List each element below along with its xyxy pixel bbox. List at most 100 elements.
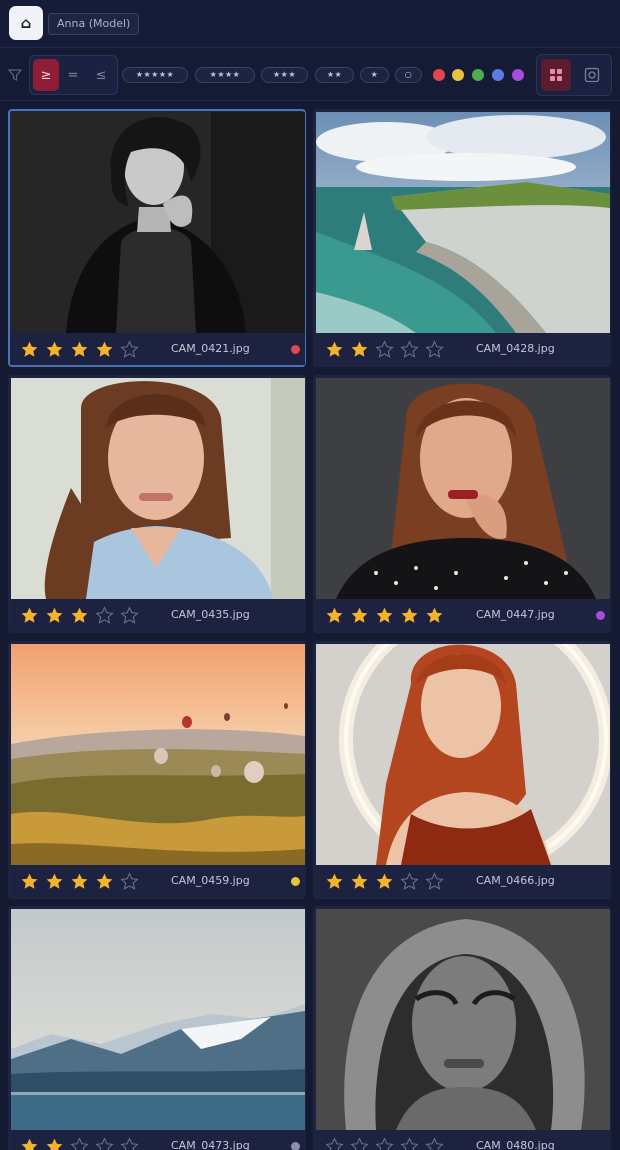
star-filled-icon[interactable]: [347, 339, 372, 359]
rating-filter-unrated[interactable]: ○: [395, 67, 422, 83]
comparison-toggle-group: ≥ = ≤: [29, 55, 118, 95]
photo-thumbnail[interactable]: [316, 644, 610, 865]
single-view-icon: [584, 67, 600, 83]
photo-card-footer: CAM_0459.jpg: [11, 865, 305, 897]
photo-filename: CAM_0480.jpg: [476, 1139, 555, 1150]
star-filled-icon[interactable]: [42, 1136, 67, 1150]
star-empty-icon[interactable]: [397, 871, 422, 891]
photo-card-footer: CAM_0421.jpg: [11, 333, 305, 365]
photo-card[interactable]: CAM_0480.jpg: [313, 906, 611, 1150]
less-equal-button[interactable]: ≤: [88, 59, 114, 91]
grid-view-button[interactable]: [541, 59, 571, 91]
star-filled-icon[interactable]: [67, 339, 92, 359]
star-empty-icon[interactable]: [322, 1136, 347, 1150]
photo-card[interactable]: CAM_0447.jpg: [313, 375, 611, 633]
star-filled-icon[interactable]: [17, 1136, 42, 1150]
star-empty-icon[interactable]: [397, 339, 422, 359]
photo-filename: CAM_0435.jpg: [171, 608, 250, 621]
star-filled-icon[interactable]: [372, 871, 397, 891]
star-empty-icon[interactable]: [347, 1136, 372, 1150]
star-empty-icon[interactable]: [372, 1136, 397, 1150]
photo-card[interactable]: CAM_0466.jpg: [313, 641, 611, 899]
filter-icon[interactable]: [8, 68, 22, 82]
color-filter-red[interactable]: [433, 69, 445, 81]
greater-equal-button[interactable]: ≥: [33, 59, 59, 91]
star-empty-icon[interactable]: [117, 1136, 142, 1150]
star-filled-icon[interactable]: [347, 605, 372, 625]
photo-card-footer: CAM_0435.jpg: [11, 599, 305, 631]
star-filled-icon[interactable]: [372, 605, 397, 625]
star-filled-icon[interactable]: [322, 339, 347, 359]
rating-filter-1[interactable]: ★: [360, 67, 389, 83]
color-filter-yellow[interactable]: [452, 69, 464, 81]
star-empty-icon[interactable]: [67, 1136, 92, 1150]
view-toggle-group: [536, 54, 612, 96]
photo-thumbnail[interactable]: [11, 644, 305, 865]
photo-card[interactable]: CAM_0473.jpg: [8, 906, 306, 1150]
color-filter-blue[interactable]: [492, 69, 504, 81]
photo-filename: CAM_0421.jpg: [171, 342, 250, 355]
star-filled-icon[interactable]: [42, 871, 67, 891]
star-filled-icon[interactable]: [322, 871, 347, 891]
star-filled-icon[interactable]: [42, 605, 67, 625]
single-view-button[interactable]: [577, 59, 607, 91]
star-filled-icon[interactable]: [42, 339, 67, 359]
equal-button[interactable]: =: [60, 59, 86, 91]
photo-thumbnail[interactable]: [316, 909, 610, 1130]
rating-filter-2[interactable]: ★★: [315, 67, 354, 83]
rating-filter-3[interactable]: ★★★: [261, 67, 308, 83]
star-filled-icon[interactable]: [17, 339, 42, 359]
star-rating: [17, 339, 142, 359]
star-filled-icon[interactable]: [422, 605, 447, 625]
star-empty-icon[interactable]: [92, 605, 117, 625]
photo-thumbnail[interactable]: [11, 909, 305, 1130]
star-filled-icon[interactable]: [92, 339, 117, 359]
rating-filter-5[interactable]: ★★★★★: [122, 67, 188, 83]
star-filled-icon[interactable]: [67, 871, 92, 891]
photo-card-footer: CAM_0466.jpg: [316, 865, 610, 897]
star-filled-icon[interactable]: [92, 871, 117, 891]
rating-filter-4[interactable]: ★★★★: [195, 67, 255, 83]
photo-filename: CAM_0473.jpg: [171, 1139, 250, 1150]
star-filled-icon[interactable]: [17, 605, 42, 625]
star-empty-icon[interactable]: [372, 339, 397, 359]
star-rating: [17, 605, 142, 625]
star-empty-icon[interactable]: [92, 1136, 117, 1150]
photo-card[interactable]: CAM_0459.jpg: [8, 641, 306, 899]
grid-view-icon: [550, 69, 562, 81]
star-empty-icon[interactable]: [117, 605, 142, 625]
photo-filename: CAM_0466.jpg: [476, 874, 555, 887]
color-filter-green[interactable]: [472, 69, 484, 81]
photo-card[interactable]: CAM_0421.jpg: [8, 109, 306, 367]
star-rating: [17, 1136, 142, 1150]
photo-filename: CAM_0447.jpg: [476, 608, 555, 621]
photo-thumbnail[interactable]: [11, 112, 305, 333]
photo-filename: CAM_0459.jpg: [171, 874, 250, 887]
star-rating: [322, 339, 447, 359]
photo-thumbnail[interactable]: [11, 378, 305, 599]
star-rating: [322, 871, 447, 891]
app-header: ⌂ Anna (Model): [0, 0, 620, 48]
star-filled-icon[interactable]: [17, 871, 42, 891]
photo-card[interactable]: CAM_0435.jpg: [8, 375, 306, 633]
star-filled-icon[interactable]: [67, 605, 92, 625]
star-empty-icon[interactable]: [117, 339, 142, 359]
photo-card[interactable]: CAM_0428.jpg: [313, 109, 611, 367]
star-rating: [17, 871, 142, 891]
star-empty-icon[interactable]: [422, 871, 447, 891]
photo-card-footer: CAM_0473.jpg: [11, 1130, 305, 1150]
photo-thumbnail[interactable]: [316, 378, 610, 599]
star-filled-icon[interactable]: [322, 605, 347, 625]
star-empty-icon[interactable]: [397, 1136, 422, 1150]
star-empty-icon[interactable]: [422, 1136, 447, 1150]
home-button[interactable]: ⌂: [9, 6, 43, 40]
photo-card-footer: CAM_0447.jpg: [316, 599, 610, 631]
star-filled-icon[interactable]: [397, 605, 422, 625]
profile-badge[interactable]: Anna (Model): [48, 13, 140, 35]
photo-thumbnail[interactable]: [316, 112, 610, 333]
star-filled-icon[interactable]: [347, 871, 372, 891]
star-empty-icon[interactable]: [422, 339, 447, 359]
color-filter-purple[interactable]: [512, 69, 524, 81]
filter-toolbar: ≥ = ≤ ★★★★★ ★★★★ ★★★ ★★ ★ ○: [0, 49, 620, 101]
star-empty-icon[interactable]: [117, 871, 142, 891]
